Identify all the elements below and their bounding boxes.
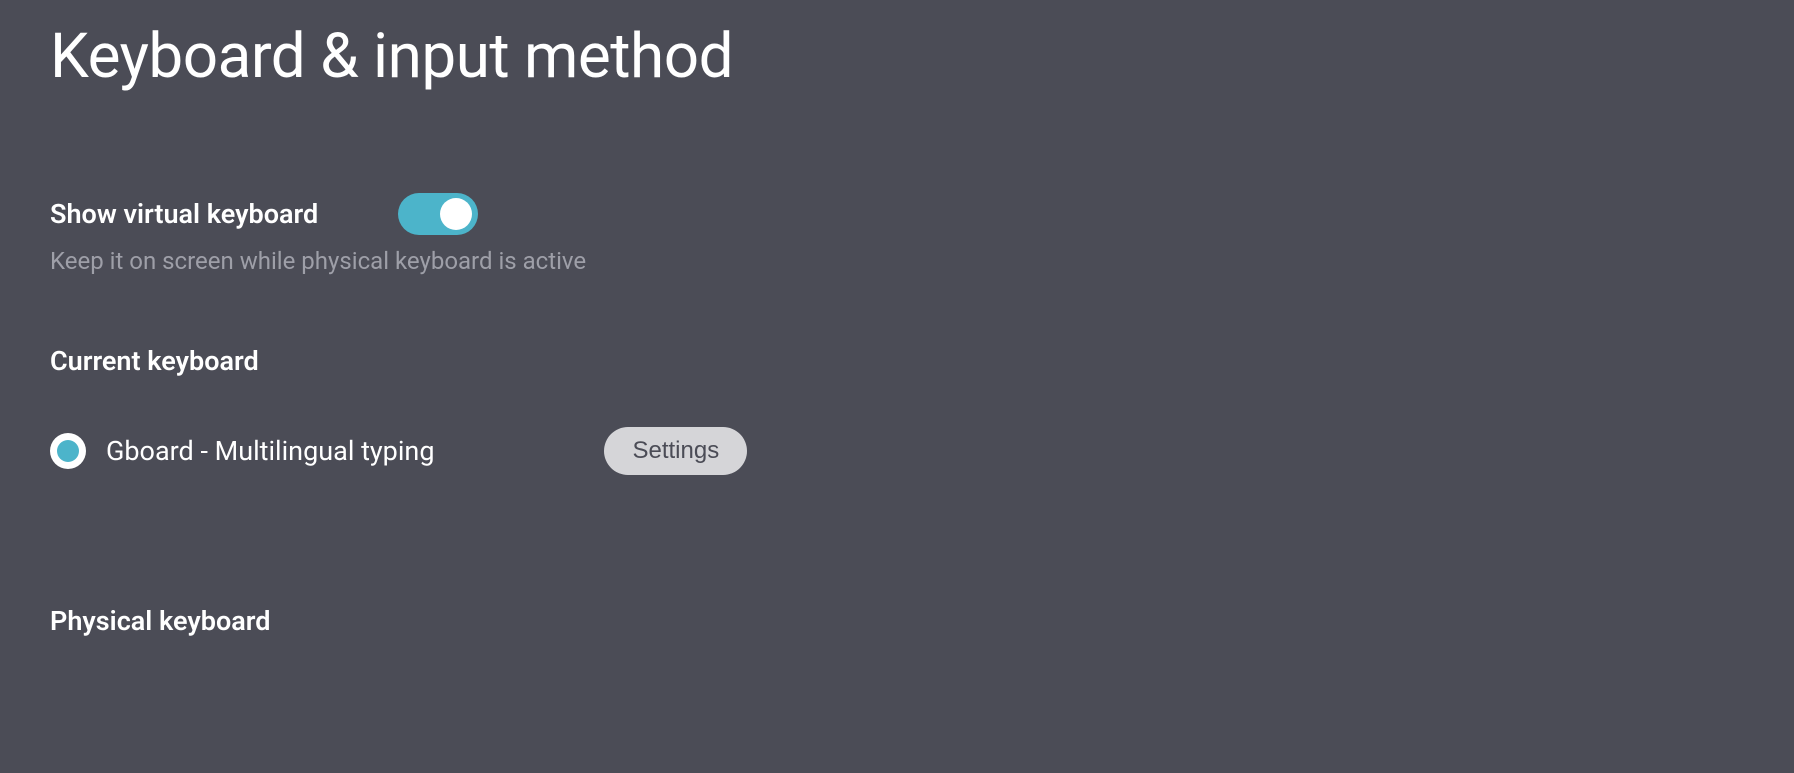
show-virtual-keyboard-row: Show virtual keyboard — [50, 193, 1744, 235]
physical-keyboard-section-title: Physical keyboard — [50, 605, 1744, 637]
radio-selected-icon — [57, 440, 79, 462]
page-title: Keyboard & input method — [50, 20, 1744, 93]
current-keyboard-label: Gboard - Multilingual typing — [106, 435, 434, 467]
show-virtual-keyboard-toggle[interactable] — [398, 193, 478, 235]
toggle-knob-icon — [440, 198, 472, 230]
show-virtual-keyboard-description: Keep it on screen while physical keyboar… — [50, 247, 1744, 275]
current-keyboard-section-title: Current keyboard — [50, 345, 1744, 377]
current-keyboard-row: Gboard - Multilingual typing Settings — [50, 427, 1744, 475]
settings-container: Keyboard & input method Show virtual key… — [0, 0, 1794, 657]
show-virtual-keyboard-title: Show virtual keyboard — [50, 198, 318, 230]
keyboard-settings-button[interactable]: Settings — [604, 427, 747, 475]
keyboard-radio-button[interactable] — [50, 433, 86, 469]
